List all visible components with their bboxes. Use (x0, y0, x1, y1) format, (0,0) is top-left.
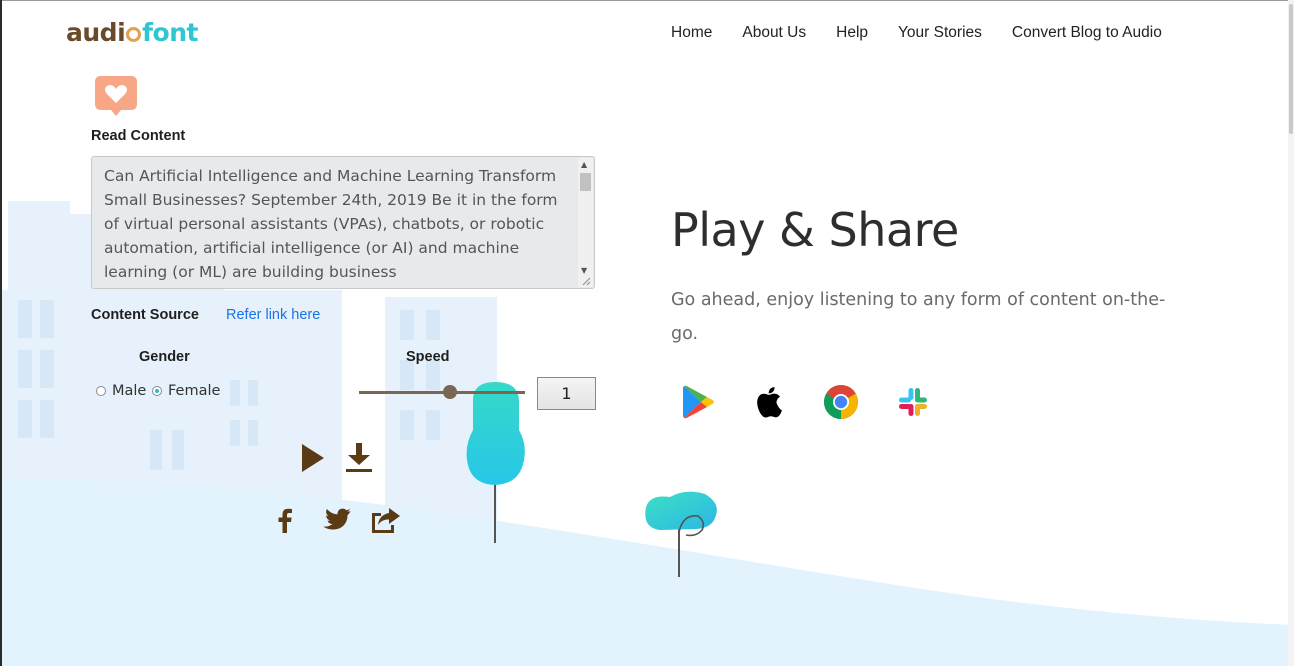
gender-female-label[interactable]: Female (168, 383, 220, 399)
nav-about-us[interactable]: About Us (742, 24, 806, 42)
scroll-up-arrow-icon[interactable]: ▲ (581, 160, 587, 169)
audiofont-logo[interactable]: audi font (66, 18, 198, 47)
resize-grip-icon[interactable] (582, 277, 591, 286)
download-icon[interactable] (345, 443, 373, 473)
read-content-text: Can Artificial Intelligence and Machine … (104, 167, 558, 281)
nav-home[interactable]: Home (671, 24, 712, 42)
gender-male-radio[interactable] (96, 386, 106, 396)
slack-icon[interactable] (894, 383, 932, 421)
main-nav: Home About Us Help Your Stories Convert … (671, 24, 1192, 42)
gender-female-radio[interactable] (152, 386, 162, 396)
google-play-icon[interactable] (680, 383, 718, 421)
speed-label: Speed (406, 349, 450, 365)
play-icon[interactable] (301, 443, 325, 473)
textarea-scroll-thumb[interactable] (580, 173, 591, 191)
chrome-icon[interactable] (822, 383, 860, 421)
page-scrollbar[interactable] (1288, 0, 1294, 666)
heart-chat-icon (95, 76, 137, 116)
content-source-label: Content Source (91, 307, 199, 323)
gender-male-label[interactable]: Male (112, 383, 146, 399)
logo-text-font: font (142, 18, 198, 47)
scroll-down-arrow-icon[interactable]: ▼ (581, 266, 587, 275)
share-icon[interactable] (370, 506, 401, 534)
window-top-border (0, 0, 1294, 1)
read-content-textarea[interactable]: Can Artificial Intelligence and Machine … (91, 156, 595, 289)
nav-your-stories[interactable]: Your Stories (898, 24, 982, 42)
nav-convert-blog-to-audio[interactable]: Convert Blog to Audio (1012, 24, 1162, 42)
window-left-border (0, 0, 2, 666)
logo-text-audi: audi (66, 18, 126, 47)
speed-slider[interactable] (359, 391, 525, 394)
page-scrollbar-thumb[interactable] (1289, 4, 1293, 134)
facebook-icon[interactable] (278, 508, 292, 533)
textarea-scrollbar[interactable]: ▲ ▼ (578, 158, 593, 287)
hero-subtitle: Go ahead, enjoy listening to any form of… (671, 290, 1166, 344)
apple-icon[interactable] (751, 383, 789, 421)
twitter-icon[interactable] (320, 508, 351, 533)
gender-label: Gender (139, 349, 190, 365)
hero-title: Play & Share (671, 203, 959, 257)
speed-value-box[interactable]: 1 (537, 377, 596, 410)
tall-tree (466, 382, 525, 485)
read-content-label: Read Content (91, 128, 186, 144)
refer-link[interactable]: Refer link here (226, 307, 320, 323)
nav-help[interactable]: Help (836, 24, 868, 42)
logo-target-icon (126, 27, 142, 42)
